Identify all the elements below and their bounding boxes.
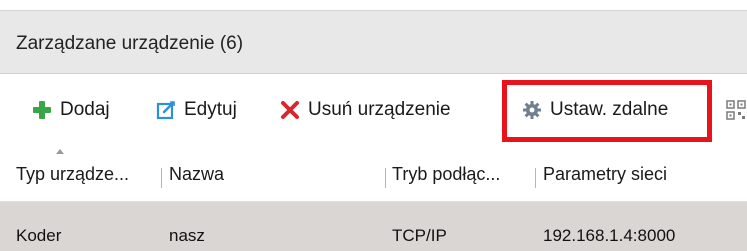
cell-type: Koder <box>16 226 62 245</box>
cell-connection-mode: TCP/IP <box>392 226 447 245</box>
cell-name: nasz <box>169 226 205 245</box>
table-header: Typ urządze... Nazwa Tryb podłąc... Para… <box>0 146 747 202</box>
table-row[interactable]: Koder nasz TCP/IP 192.168.1.4:8000 <box>0 202 747 251</box>
plus-icon <box>32 100 52 120</box>
delete-device-label: Usuń urządzenie <box>308 99 451 120</box>
column-separator[interactable] <box>161 168 162 188</box>
panel-title: Zarządzane urządzenie (6) <box>16 33 244 54</box>
delete-icon <box>280 100 300 120</box>
edit-device-label: Edytuj <box>184 99 237 120</box>
edit-icon <box>156 100 176 120</box>
column-header-name[interactable]: Nazwa <box>169 164 224 185</box>
column-separator[interactable] <box>385 168 386 188</box>
highlight-annotation <box>502 80 712 142</box>
panel-header: Zarządzane urządzenie (6) <box>0 10 747 74</box>
delete-device-button[interactable]: Usuń urządzenie <box>280 96 451 124</box>
column-header-connection-mode[interactable]: Tryb podłąc... <box>392 164 500 185</box>
cell-network-params: 192.168.1.4:8000 <box>543 226 676 245</box>
device-manager-window: Zarządzane urządzenie (6) Dodaj Edytuj U… <box>0 0 747 251</box>
add-device-label: Dodaj <box>60 99 110 120</box>
sort-ascending-icon <box>56 149 64 154</box>
add-device-button[interactable]: Dodaj <box>32 96 110 124</box>
edit-device-button[interactable]: Edytuj <box>156 96 237 124</box>
qr-icon <box>726 100 746 120</box>
column-separator[interactable] <box>535 168 536 188</box>
column-header-network-params[interactable]: Parametry sieci <box>543 164 667 185</box>
more-tools-button[interactable] <box>726 96 747 124</box>
column-header-type[interactable]: Typ urządze... <box>16 164 129 185</box>
